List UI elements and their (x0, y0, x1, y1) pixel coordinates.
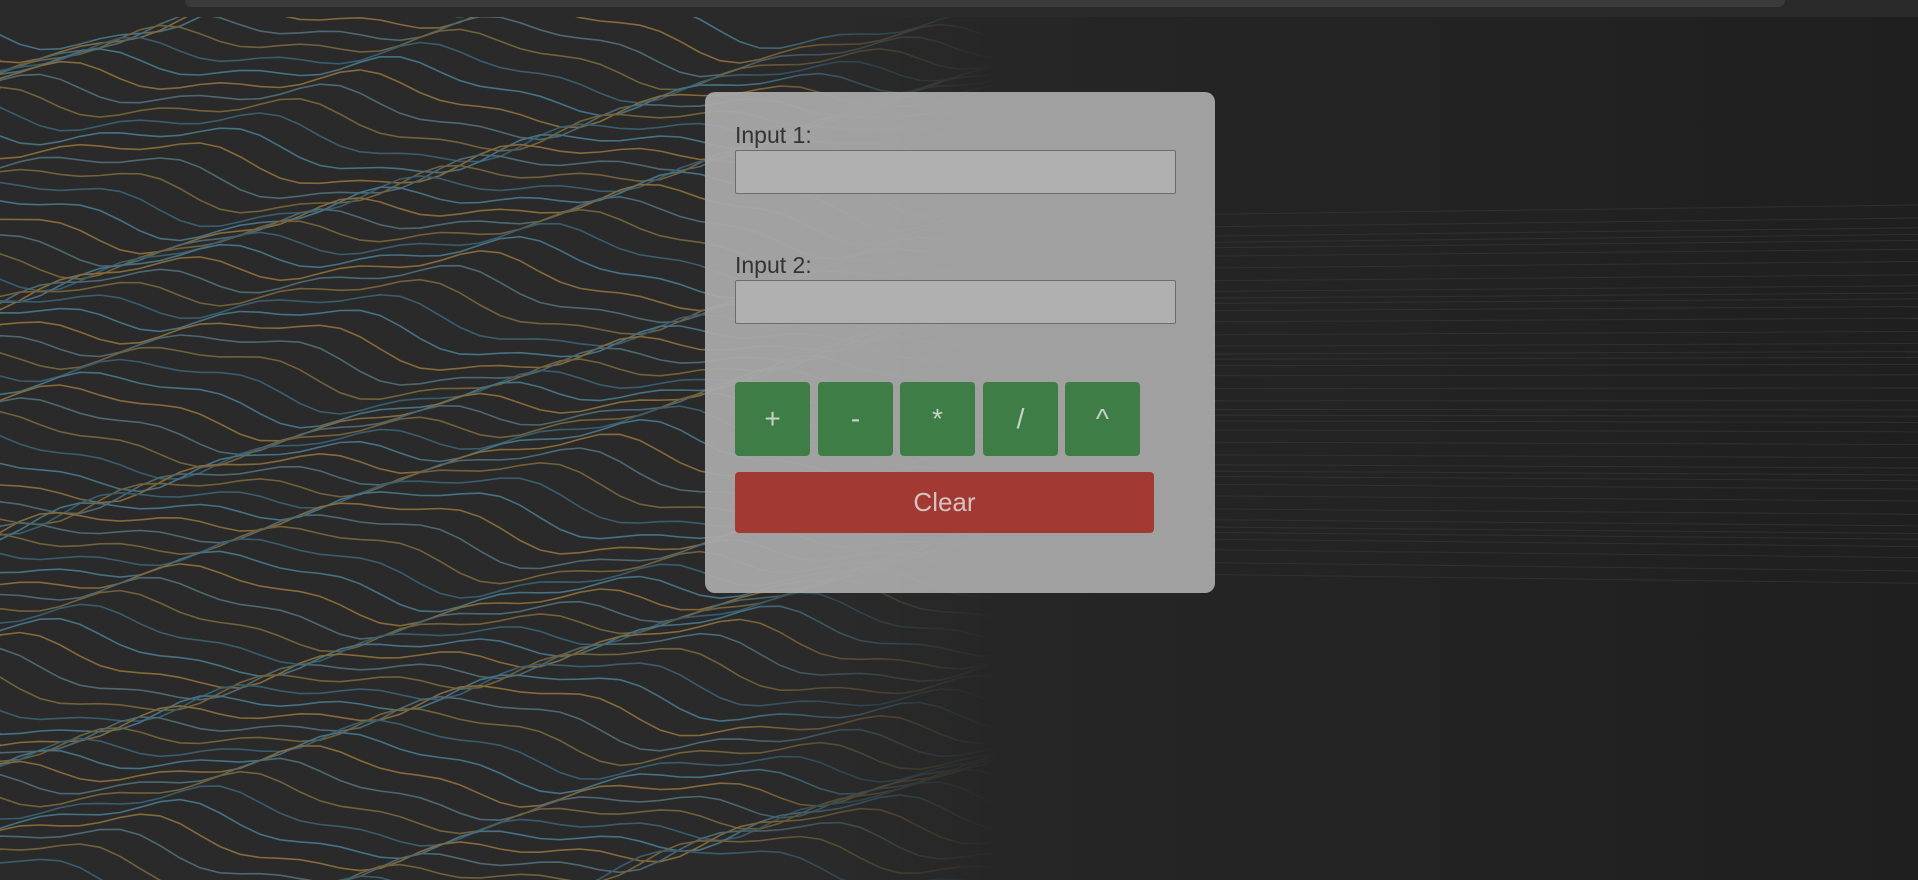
power-button[interactable]: ^ (1065, 382, 1140, 456)
add-button[interactable]: + (735, 382, 810, 456)
browser-address-bar[interactable] (185, 0, 1785, 7)
subtract-button[interactable]: - (818, 382, 893, 456)
input-2-field[interactable] (735, 280, 1176, 324)
input-2-label: Input 2: (735, 252, 812, 278)
calculator-panel: Input 1: Input 2: + - * / ^ Clear (705, 92, 1215, 593)
browser-top-bar (0, 0, 1918, 17)
divide-button[interactable]: / (983, 382, 1058, 456)
input-1-label: Input 1: (735, 122, 812, 148)
clear-button[interactable]: Clear (735, 472, 1154, 533)
input-1-field[interactable] (735, 150, 1176, 194)
multiply-button[interactable]: * (900, 382, 975, 456)
